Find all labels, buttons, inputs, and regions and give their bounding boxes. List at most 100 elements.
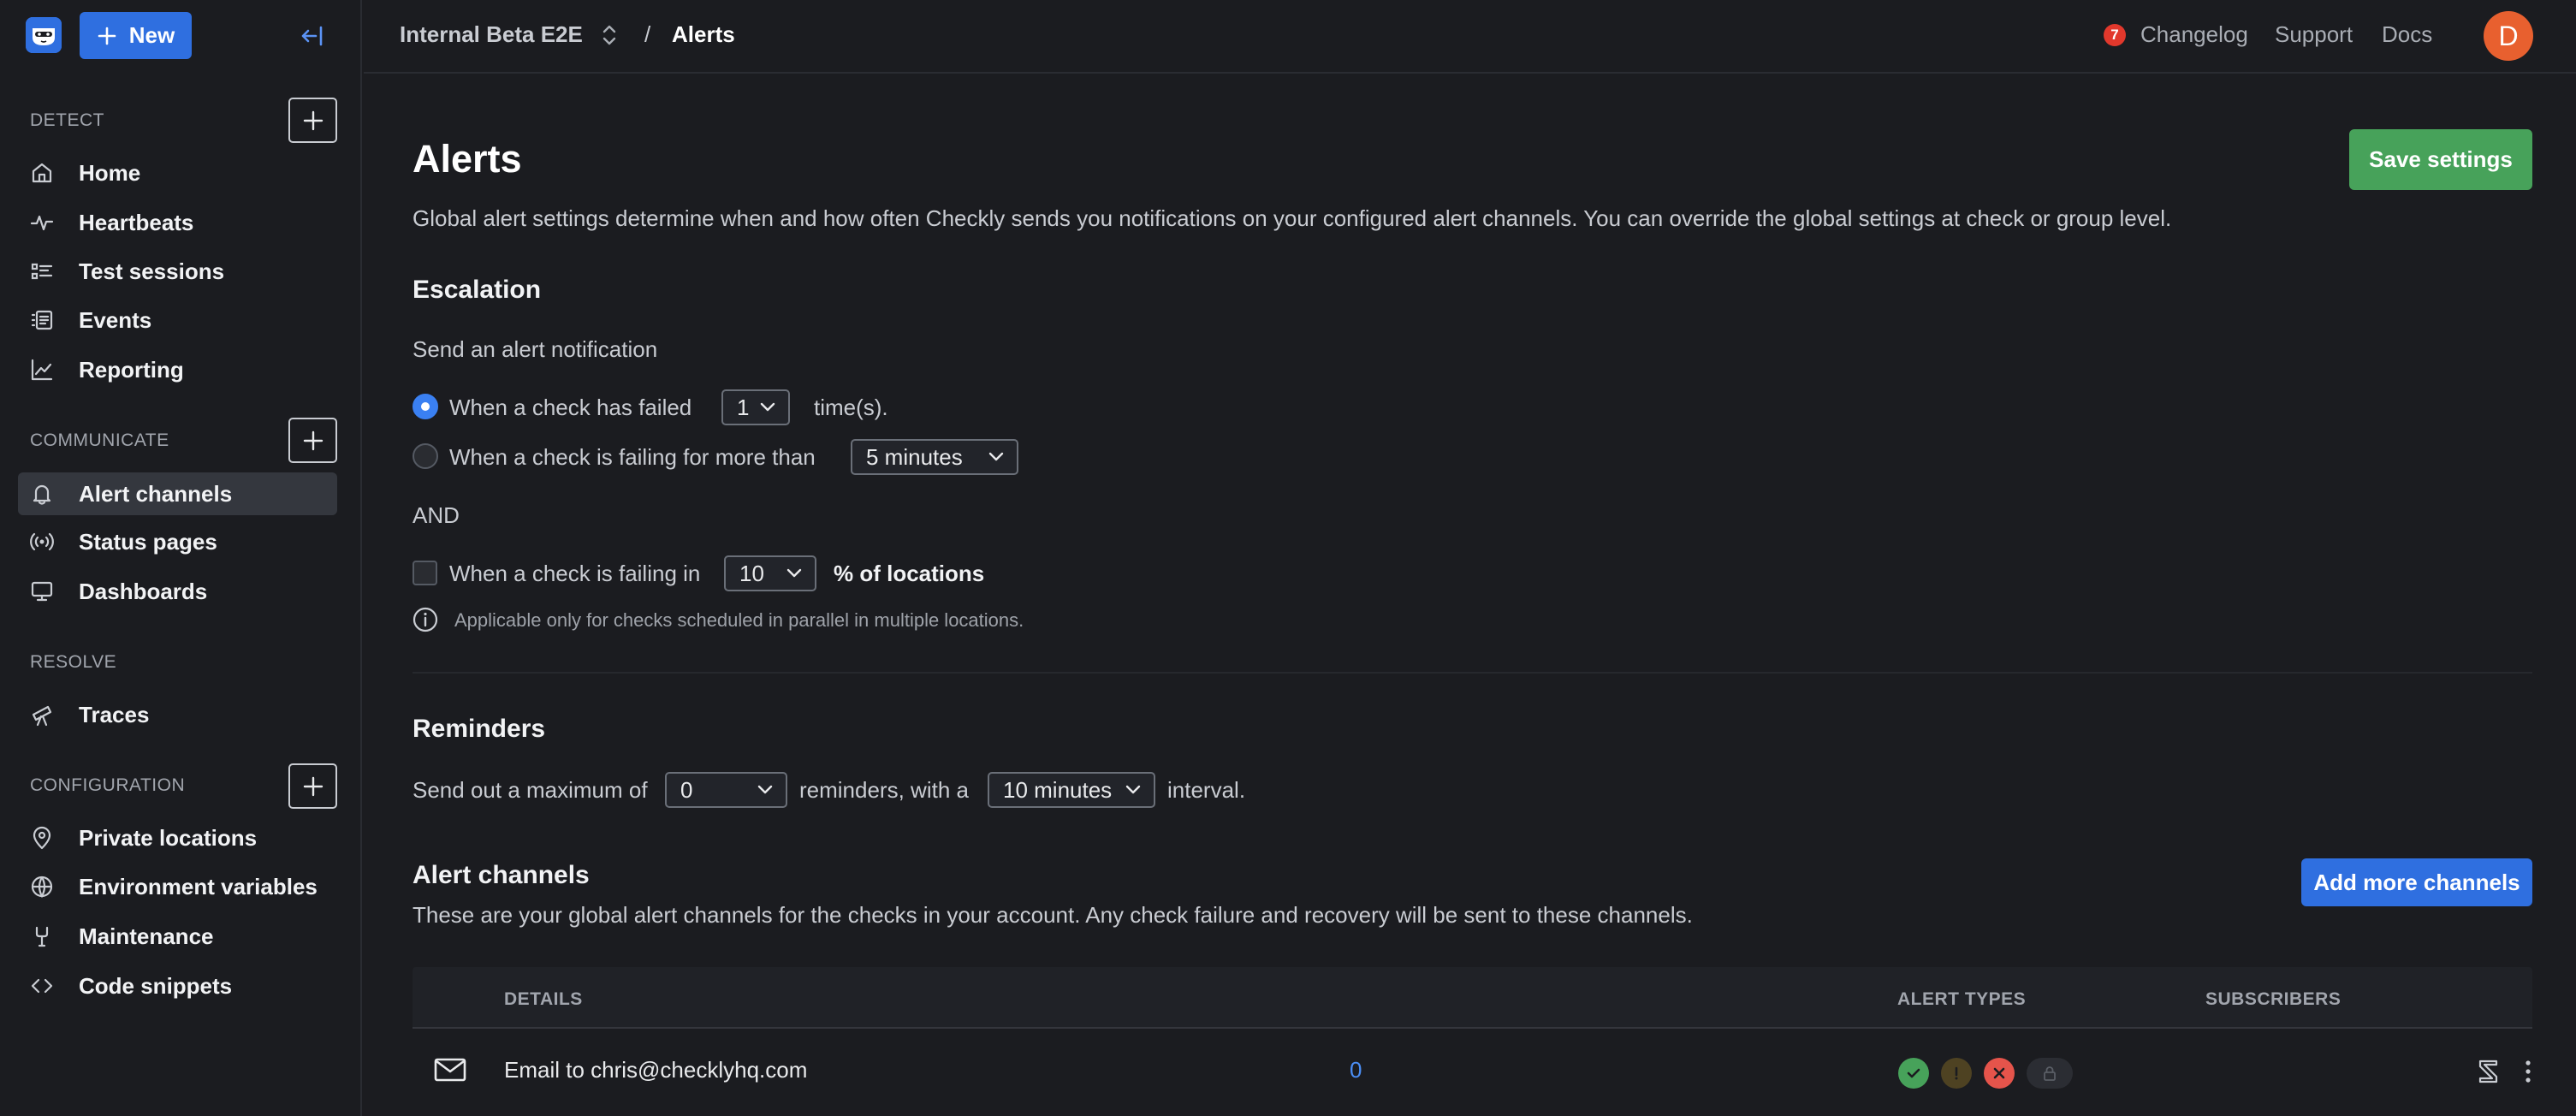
breadcrumb-separator: / xyxy=(644,21,651,47)
sidebar-item-private-locations[interactable]: Private locations xyxy=(18,816,337,859)
reminders-prefix: Send out a maximum of xyxy=(413,777,648,803)
new-button-label: New xyxy=(128,22,175,48)
page-description: Global alert settings determine when and… xyxy=(413,205,2172,231)
globe-icon xyxy=(28,873,56,900)
section-divider xyxy=(413,672,2532,674)
and-label: AND xyxy=(413,502,460,528)
add-detect-button[interactable] xyxy=(288,98,337,143)
locations-hint: Applicable only for checks scheduled in … xyxy=(454,609,1024,631)
broadcast-icon xyxy=(28,528,56,555)
locations-percent-value: 10 xyxy=(739,560,764,586)
sidebar-item-dashboards[interactable]: Dashboards xyxy=(18,570,337,613)
failing-duration-radio[interactable] xyxy=(413,443,438,469)
sidebar-item-reporting[interactable]: Reporting xyxy=(18,348,337,391)
changelog-link[interactable]: Changelog xyxy=(2140,21,2248,48)
sidebar-item-label: Alert channels xyxy=(79,480,233,507)
sidebar-item-test-sessions[interactable]: Test sessions xyxy=(18,250,337,293)
add-more-channels-button[interactable]: Add more channels xyxy=(2301,858,2532,906)
column-header-subscribers: SUBSCRIBERS xyxy=(2205,989,2342,1009)
sidebar-item-status-pages[interactable]: Status pages xyxy=(18,520,337,563)
home-icon xyxy=(28,159,56,187)
checklist-icon xyxy=(28,258,56,285)
checkly-logo-icon[interactable] xyxy=(26,17,62,53)
docs-link[interactable]: Docs xyxy=(2382,21,2432,48)
changelog-count-badge[interactable]: 7 xyxy=(2104,24,2126,46)
plus-icon xyxy=(98,27,116,45)
breadcrumb-current: Alerts xyxy=(672,21,735,47)
plus-icon xyxy=(303,430,323,450)
subscribers-count[interactable]: 0 xyxy=(1350,1057,1362,1083)
failing-duration-label: When a check is failing for more than xyxy=(449,444,816,470)
project-switch-icon[interactable] xyxy=(597,21,622,50)
sidebar-item-heartbeats[interactable]: Heartbeats xyxy=(18,201,337,244)
new-button[interactable]: New xyxy=(80,12,192,59)
collapse-sidebar-icon[interactable] xyxy=(297,21,328,51)
wrench-icon xyxy=(28,923,56,950)
sidebar-item-traces[interactable]: Traces xyxy=(18,693,337,736)
reminders-interval-value: 10 minutes xyxy=(1003,776,1113,803)
failed-times-suffix: time(s). xyxy=(814,395,888,420)
plus-icon xyxy=(303,110,323,130)
sidebar: New DETECT Home Heartbeats Test sessions… xyxy=(0,0,362,1116)
alert-channels-title: Alert channels xyxy=(413,861,590,889)
section-title-configuration: CONFIGURATION xyxy=(30,775,186,795)
column-header-details: DETAILS xyxy=(504,989,583,1009)
failed-times-label: When a check has failed xyxy=(449,395,692,420)
support-link[interactable]: Support xyxy=(2275,21,2353,48)
sidebar-item-label: Home xyxy=(79,159,141,186)
monitor-icon xyxy=(28,578,56,605)
alert-type-ssl-lock-icon xyxy=(2027,1058,2073,1089)
failing-duration-value: 5 minutes xyxy=(866,443,963,470)
add-configuration-button[interactable] xyxy=(288,763,337,809)
user-avatar[interactable]: D xyxy=(2484,11,2533,61)
sidebar-item-label: Heartbeats xyxy=(79,209,194,235)
alert-type-recovered-icon xyxy=(1898,1058,1929,1089)
sidebar-item-label: Code snippets xyxy=(79,972,233,999)
add-communicate-button[interactable] xyxy=(288,418,337,463)
sidebar-item-label: Environment variables xyxy=(79,873,318,899)
sidebar-item-label: Private locations xyxy=(79,824,258,851)
sidebar-item-label: Traces xyxy=(79,701,150,727)
escalation-title: Escalation xyxy=(413,276,542,304)
map-pin-icon xyxy=(28,824,56,852)
events-icon xyxy=(28,306,56,334)
failing-duration-select[interactable]: 5 minutes xyxy=(851,439,1018,475)
chevron-down-icon xyxy=(757,785,773,794)
sidebar-item-events[interactable]: Events xyxy=(18,299,337,341)
save-settings-button[interactable]: Save settings xyxy=(2349,129,2532,190)
sidebar-item-alert-channels[interactable]: Alert channels xyxy=(18,472,337,515)
topbar: Internal Beta E2E / Alerts 7 Changelog S… xyxy=(364,0,2576,74)
sidebar-item-label: Reporting xyxy=(79,356,184,383)
breadcrumb-project[interactable]: Internal Beta E2E xyxy=(400,21,583,48)
failed-times-value: 1 xyxy=(737,394,750,420)
escalation-intro: Send an alert notification xyxy=(413,336,658,362)
reminders-interval-select[interactable]: 10 minutes xyxy=(988,772,1155,808)
locations-checkbox[interactable] xyxy=(413,561,437,585)
sidebar-item-label: Status pages xyxy=(79,528,217,555)
sidebar-item-maintenance[interactable]: Maintenance xyxy=(18,915,337,958)
sidebar-item-label: Test sessions xyxy=(79,258,225,284)
sidebar-item-environment-variables[interactable]: Environment variables xyxy=(18,865,337,908)
more-options-icon[interactable] xyxy=(2514,1056,2543,1087)
locations-label: When a check is failing in xyxy=(449,561,701,586)
alert-channels-description: These are your global alert channels for… xyxy=(413,902,1693,928)
info-icon xyxy=(412,606,439,633)
code-icon xyxy=(28,972,56,1000)
email-icon xyxy=(433,1056,467,1083)
failed-times-radio[interactable] xyxy=(413,394,438,419)
chevron-down-icon xyxy=(760,402,775,412)
chevron-down-icon xyxy=(786,568,802,578)
locations-percent-select[interactable]: 10 xyxy=(724,555,816,591)
failed-times-select[interactable]: 1 xyxy=(721,389,790,425)
plus-icon xyxy=(303,776,323,796)
reminders-count-value: 0 xyxy=(680,776,693,803)
bell-icon xyxy=(28,480,56,508)
table-row[interactable]: Email to chris@checklyhq.com 0 xyxy=(413,1029,2532,1116)
locations-suffix: % of locations xyxy=(834,561,985,586)
reminders-count-select[interactable]: 0 xyxy=(665,772,787,808)
section-title-resolve: RESOLVE xyxy=(30,652,117,672)
edit-channel-icon[interactable] xyxy=(2474,1056,2503,1087)
sidebar-item-home[interactable]: Home xyxy=(18,151,337,194)
table-header: DETAILS ALERT TYPES SUBSCRIBERS xyxy=(413,967,2532,1029)
sidebar-item-code-snippets[interactable]: Code snippets xyxy=(18,965,337,1007)
